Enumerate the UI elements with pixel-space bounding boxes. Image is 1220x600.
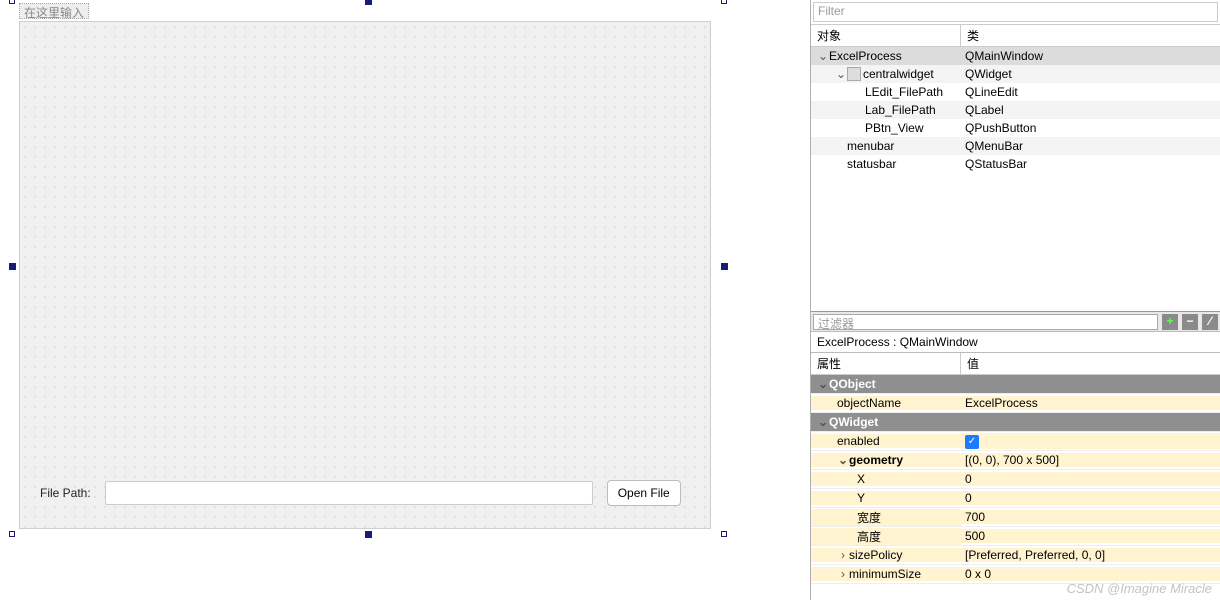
object-class: QWidget: [961, 67, 1220, 81]
collapse-icon[interactable]: ⌄: [837, 453, 849, 467]
property-name: objectName: [837, 396, 901, 410]
object-class: QLineEdit: [961, 85, 1220, 99]
toggle-property-button[interactable]: ⁄: [1202, 314, 1218, 330]
form-designer: 在这里输入 File Path: Open File: [0, 0, 810, 600]
property-name-header[interactable]: 属性: [811, 353, 961, 374]
property-row[interactable]: ›sizePolicy [Preferred, Preferred, 0, 0]: [811, 546, 1220, 565]
object-name: menubar: [847, 139, 894, 153]
resize-handle-nw[interactable]: [9, 0, 15, 4]
open-file-button[interactable]: Open File: [607, 480, 681, 506]
object-tree-row[interactable]: ⌄ExcelProcess QMainWindow: [811, 47, 1220, 65]
collapse-icon[interactable]: ⌄: [817, 377, 829, 391]
property-name: 高度: [857, 528, 881, 545]
object-filter-input[interactable]: Filter: [813, 2, 1218, 22]
object-inspector: Filter 对象 类 ⌄ExcelProcessQMainWindow⌄cen…: [811, 0, 1220, 312]
object-class: QStatusBar: [961, 157, 1220, 171]
object-column-header[interactable]: 对象: [811, 25, 961, 46]
object-tree-row[interactable]: LEdit_FilePath QLineEdit: [811, 83, 1220, 101]
collapse-icon[interactable]: ⌄: [817, 415, 829, 429]
object-tree-row[interactable]: ⌄ centralwidget QWidget: [811, 65, 1220, 83]
resize-handle-e[interactable]: [721, 263, 728, 270]
object-tree[interactable]: ⌄ExcelProcessQMainWindow⌄centralwidgetQW…: [811, 47, 1220, 311]
property-value[interactable]: 0 x 0: [961, 567, 1220, 581]
object-class: QPushButton: [961, 121, 1220, 135]
add-property-button[interactable]: +: [1162, 314, 1178, 330]
form-canvas[interactable]: 在这里输入 File Path: Open File: [6, 0, 716, 534]
object-tree-row[interactable]: Lab_FilePath QLabel: [811, 101, 1220, 119]
property-row[interactable]: ⌄geometry [(0, 0), 700 x 500]: [811, 451, 1220, 470]
expand-icon[interactable]: ›: [837, 548, 849, 562]
property-toolbar: 过滤器 + − ⁄: [811, 312, 1220, 332]
property-group-name: QWidget: [829, 415, 878, 429]
property-row[interactable]: enabled ✓: [811, 432, 1220, 451]
object-tree-header: 对象 类: [811, 24, 1220, 47]
remove-property-button[interactable]: −: [1182, 314, 1198, 330]
file-path-label: File Path:: [40, 486, 91, 500]
resize-handle-ne[interactable]: [721, 0, 727, 4]
property-group[interactable]: ⌄QWidget: [811, 413, 1220, 432]
object-tree-row[interactable]: menubar QMenuBar: [811, 137, 1220, 155]
collapse-icon[interactable]: ⌄: [817, 49, 829, 63]
property-row[interactable]: 宽度 700: [811, 508, 1220, 527]
property-row[interactable]: X0: [811, 470, 1220, 489]
property-value[interactable]: 700: [961, 510, 1220, 524]
object-name: Lab_FilePath: [865, 103, 936, 117]
checkbox-checked-icon[interactable]: ✓: [965, 435, 979, 449]
resize-handle-n[interactable]: [365, 0, 372, 5]
inspector-pane: Filter 对象 类 ⌄ExcelProcessQMainWindow⌄cen…: [810, 0, 1220, 600]
property-name: geometry: [849, 453, 903, 467]
property-group-name: QObject: [829, 377, 876, 391]
property-value[interactable]: [(0, 0), 700 x 500]: [961, 453, 1220, 467]
property-row[interactable]: ›minimumSize 0 x 0: [811, 565, 1220, 584]
object-class: QLabel: [961, 103, 1220, 117]
file-path-input[interactable]: [105, 481, 593, 505]
resize-handle-w[interactable]: [9, 263, 16, 270]
property-value[interactable]: ✓: [961, 433, 1220, 449]
property-value[interactable]: ExcelProcess: [961, 396, 1220, 410]
property-name: enabled: [837, 434, 880, 448]
property-filter-input[interactable]: 过滤器: [813, 314, 1158, 330]
object-tree-row[interactable]: PBtn_View QPushButton: [811, 119, 1220, 137]
resize-handle-se[interactable]: [721, 531, 727, 537]
expand-icon[interactable]: ›: [837, 567, 849, 581]
property-name: minimumSize: [849, 567, 921, 581]
object-name: centralwidget: [863, 67, 934, 81]
resize-handle-s[interactable]: [365, 531, 372, 538]
property-value[interactable]: 0: [961, 472, 1220, 486]
form-grid[interactable]: File Path: Open File: [19, 21, 711, 529]
resize-handle-sw[interactable]: [9, 531, 15, 537]
property-value[interactable]: 0: [961, 491, 1220, 505]
object-name: statusbar: [847, 157, 896, 171]
menubar-placeholder[interactable]: 在这里输入: [19, 3, 89, 19]
class-column-header[interactable]: 类: [961, 25, 1220, 46]
property-value[interactable]: [Preferred, Preferred, 0, 0]: [961, 548, 1220, 562]
property-row[interactable]: objectName ExcelProcess: [811, 394, 1220, 413]
property-name: 宽度: [857, 509, 881, 526]
property-value[interactable]: 500: [961, 529, 1220, 543]
property-title: ExcelProcess : QMainWindow: [811, 332, 1220, 353]
object-class: QMenuBar: [961, 139, 1220, 153]
property-list[interactable]: ⌄QObjectobjectNameExcelProcess⌄QWidgeten…: [811, 375, 1220, 600]
object-name: LEdit_FilePath: [865, 85, 943, 99]
object-class: QMainWindow: [961, 49, 1220, 63]
property-row[interactable]: Y0: [811, 489, 1220, 508]
property-value-header[interactable]: 值: [961, 353, 1220, 374]
collapse-icon[interactable]: ⌄: [835, 67, 847, 81]
property-group[interactable]: ⌄QObject: [811, 375, 1220, 394]
property-name: sizePolicy: [849, 548, 902, 562]
property-name: Y: [857, 491, 865, 505]
object-tree-row[interactable]: statusbar QStatusBar: [811, 155, 1220, 173]
widget-icon: [847, 67, 861, 81]
property-name: X: [857, 472, 865, 486]
object-name: PBtn_View: [865, 121, 923, 135]
property-row[interactable]: 高度 500: [811, 527, 1220, 546]
property-editor: 过滤器 + − ⁄ ExcelProcess : QMainWindow 属性 …: [811, 312, 1220, 600]
object-name: ExcelProcess: [829, 49, 902, 63]
property-header: 属性 值: [811, 353, 1220, 375]
